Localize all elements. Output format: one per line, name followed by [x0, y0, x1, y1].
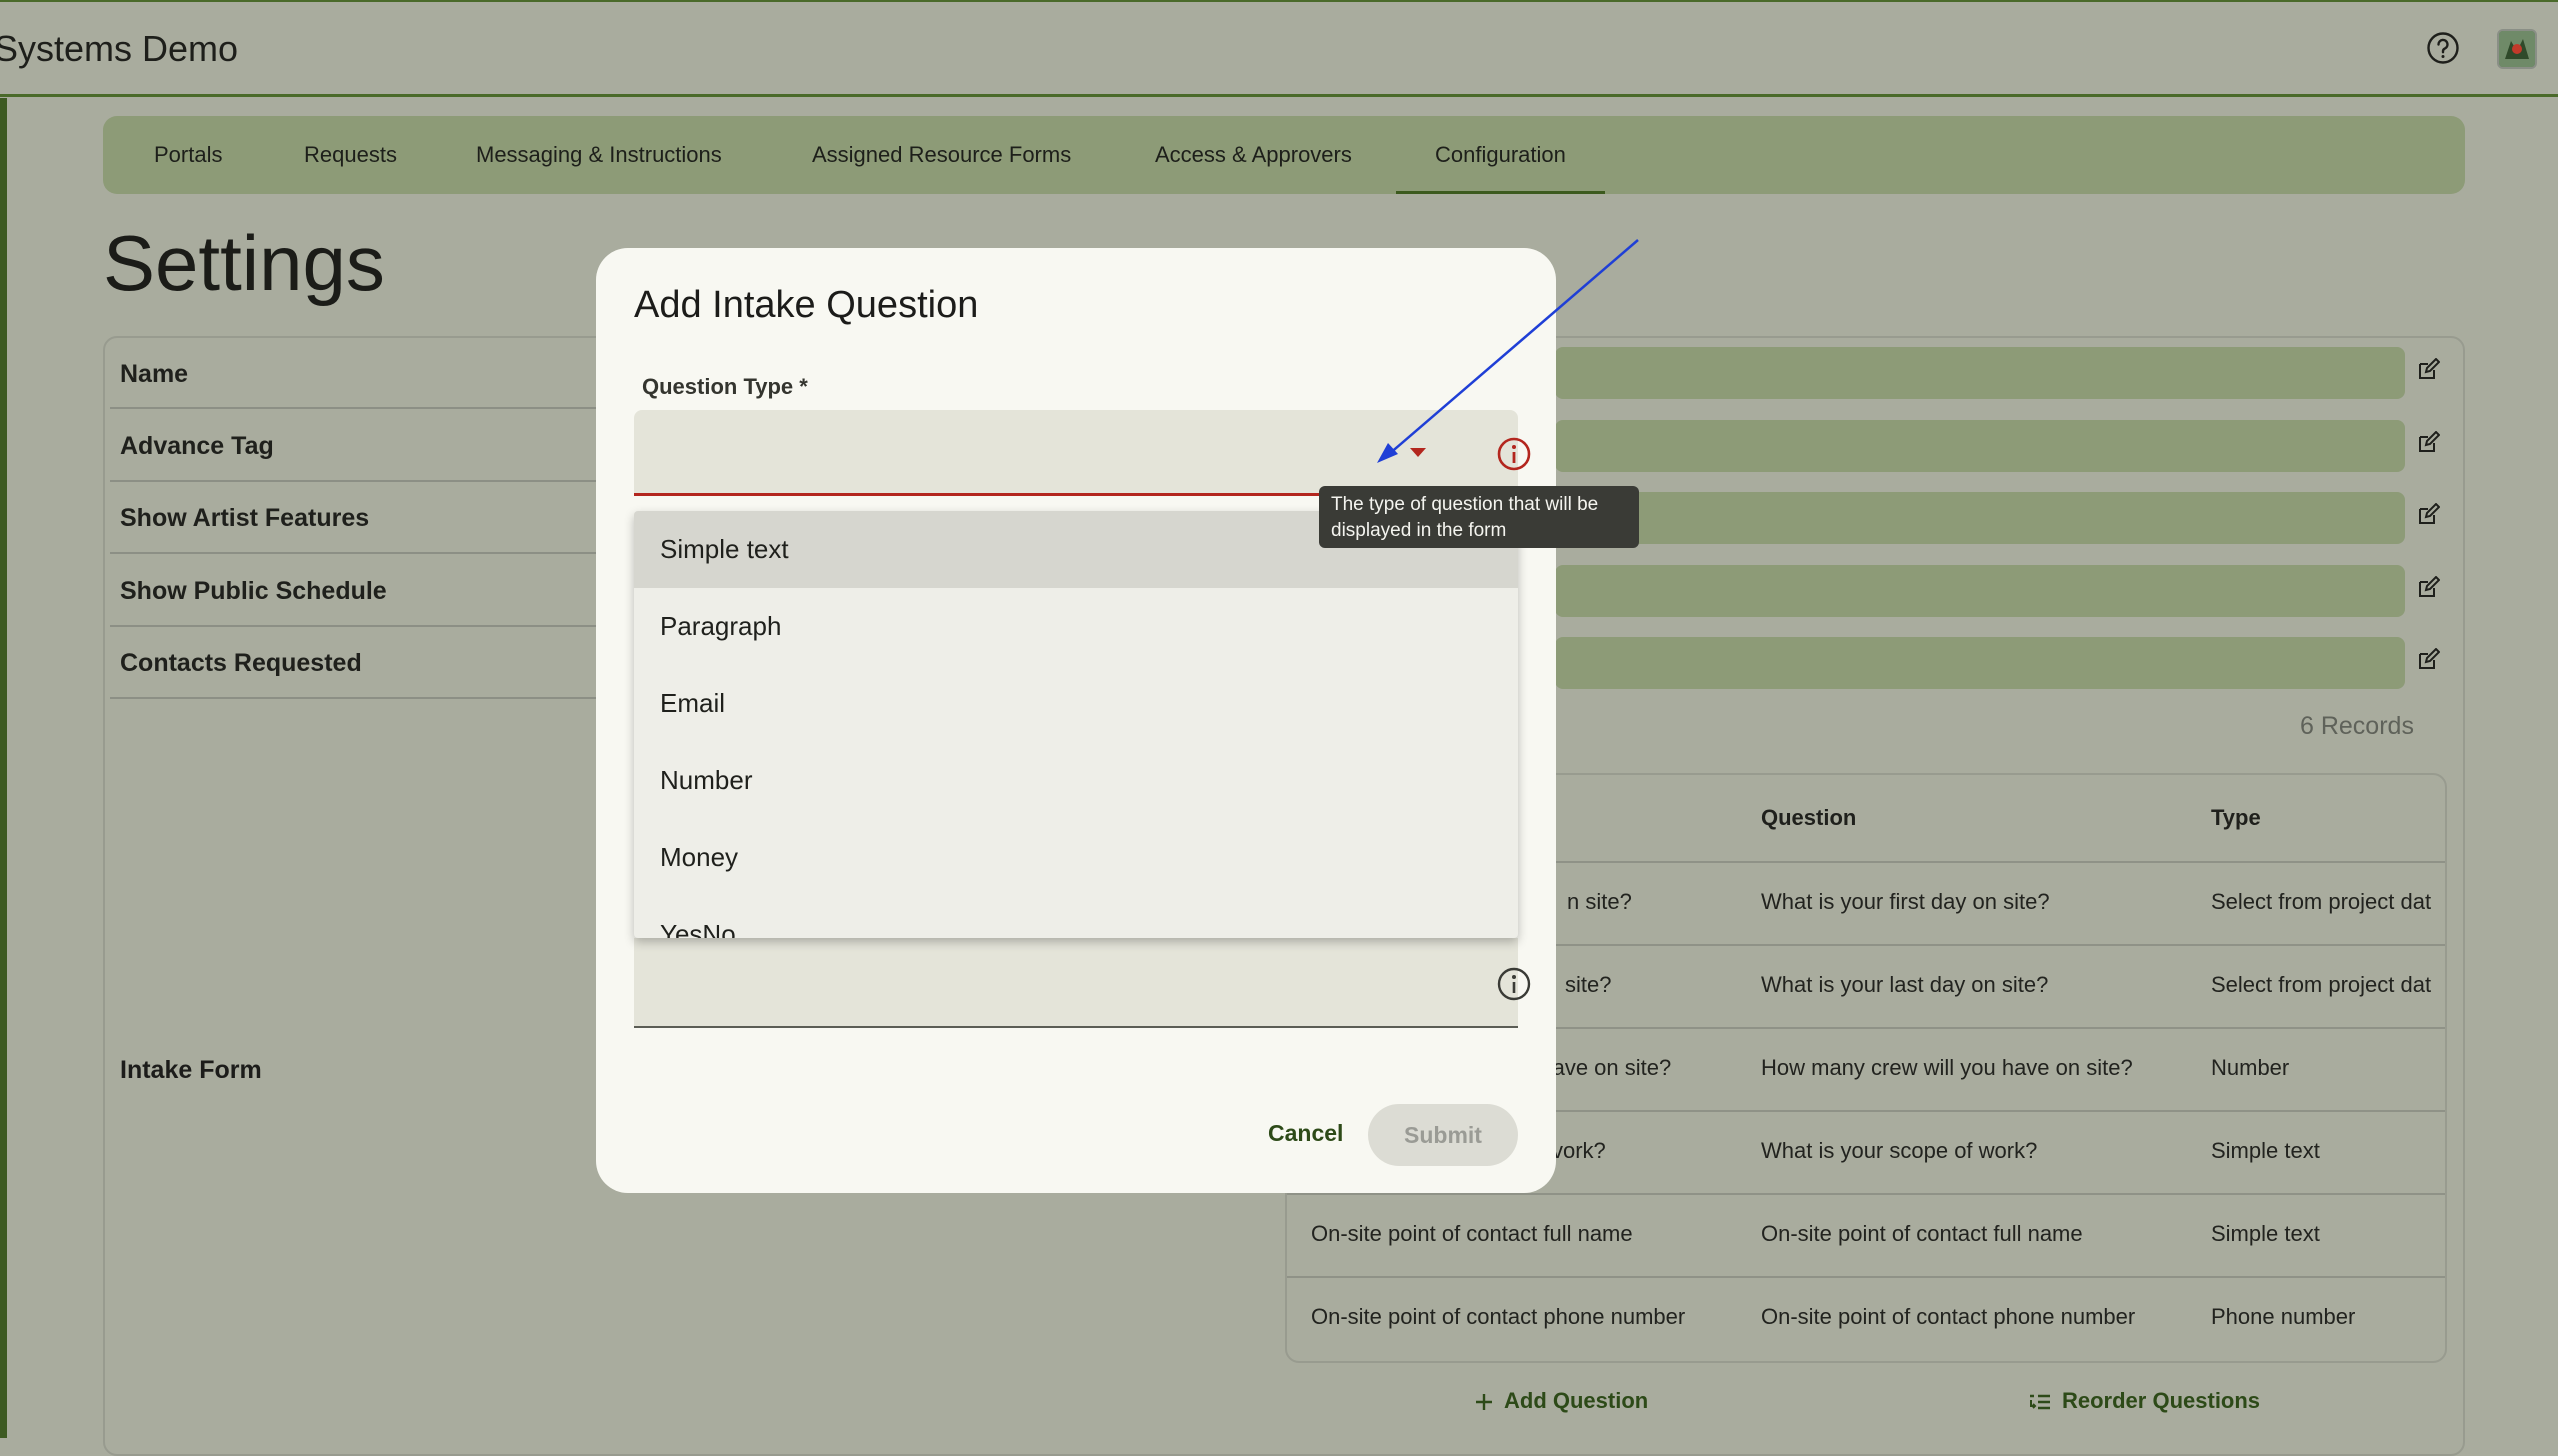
question-type-dropdown-menu: Simple text Paragraph Email Number Money…: [634, 511, 1518, 938]
records-count: 6 Records: [2300, 712, 2414, 740]
row-divider: [110, 552, 610, 554]
section-tabs: Portals Requests Messaging & Instruction…: [103, 116, 2465, 194]
cell-type: Select from project dat: [2211, 972, 2432, 997]
cell-question: On-site point of contact phone number: [1761, 1304, 2136, 1329]
cell-question: What is your last day on site?: [1761, 972, 2049, 997]
option-number[interactable]: Number: [634, 742, 1518, 819]
edit-icon[interactable]: [2416, 648, 2440, 672]
cell-label: site?: [1565, 972, 1612, 997]
info-icon[interactable]: [1496, 966, 1532, 1002]
cell-type: Simple text: [2211, 1138, 2320, 1163]
table-row[interactable]: On-site point of contact phone number On…: [1287, 1276, 2445, 1361]
info-icon[interactable]: [1496, 436, 1532, 472]
add-question-label: Add Question: [1504, 1388, 1649, 1413]
cell-type: Phone number: [2211, 1304, 2356, 1329]
cell-label: On-site point of contact full name: [1311, 1221, 1633, 1246]
top-app-bar: Systems Demo: [0, 0, 2558, 97]
cell-question: How many crew will you have on site?: [1761, 1055, 2133, 1080]
name-value-field[interactable]: [1555, 347, 2405, 399]
tab-portals[interactable]: Portals: [154, 116, 222, 194]
cell-type: Number: [2211, 1055, 2290, 1080]
tab-assigned-resource-forms[interactable]: Assigned Resource Forms: [812, 116, 1071, 194]
row-divider: [110, 407, 610, 409]
dropdown-caret-icon[interactable]: [1410, 448, 1426, 457]
edit-icon[interactable]: [2416, 576, 2440, 600]
cancel-button[interactable]: Cancel: [1268, 1120, 1343, 1147]
page-title: Settings: [103, 219, 385, 307]
user-avatar[interactable]: [2497, 29, 2537, 69]
help-icon[interactable]: [2426, 31, 2460, 65]
tooltip-line-1: The type of question that will be: [1331, 494, 1599, 515]
question-type-tooltip: The type of question that will be displa…: [1319, 486, 1639, 548]
contacts-requested-value-field[interactable]: [1555, 637, 2405, 689]
app-title: Systems Demo: [0, 28, 239, 69]
question-type-label: Question Type *: [642, 374, 808, 399]
column-header-type: Type: [2211, 805, 2261, 830]
setting-advance-tag-label: Advance Tag: [120, 432, 274, 460]
reorder-icon: [2030, 1394, 2050, 1410]
edit-icon[interactable]: [2416, 358, 2440, 382]
tab-requests[interactable]: Requests: [304, 116, 397, 194]
setting-name-label: Name: [120, 360, 189, 388]
row-divider: [110, 625, 610, 627]
edit-icon[interactable]: [2416, 431, 2440, 455]
cell-label: On-site point of contact phone number: [1311, 1304, 1686, 1329]
dialog-title: Add Intake Question: [634, 284, 979, 326]
column-header-question: Question: [1761, 805, 1857, 830]
row-divider: [110, 480, 610, 482]
tooltip-line-2: displayed in the form: [1331, 520, 1507, 541]
setting-contacts-requested-label: Contacts Requested: [120, 649, 362, 677]
cell-type: Select from project dat: [2211, 889, 2432, 914]
cell-question: What is your first day on site?: [1761, 889, 2050, 914]
show-artist-features-value-field[interactable]: [1555, 492, 2405, 544]
reorder-questions-button[interactable]: Reorder Questions: [2028, 1388, 2260, 1414]
option-yesno[interactable]: YesNo: [634, 896, 1518, 938]
advance-tag-value-field[interactable]: [1555, 420, 2405, 472]
left-accent-strip: [0, 98, 7, 1438]
option-email[interactable]: Email: [634, 665, 1518, 742]
cell-type: Simple text: [2211, 1221, 2320, 1246]
second-input-field[interactable]: [634, 938, 1531, 1028]
cell-question: What is your scope of work?: [1761, 1138, 2038, 1163]
option-paragraph[interactable]: Paragraph: [634, 588, 1518, 665]
submit-button[interactable]: Submit: [1368, 1104, 1518, 1166]
plus-icon: [1476, 1394, 1492, 1410]
option-money[interactable]: Money: [634, 819, 1518, 896]
question-type-select[interactable]: [634, 410, 1531, 496]
setting-show-public-schedule-label: Show Public Schedule: [120, 577, 387, 605]
show-public-schedule-value-field[interactable]: [1555, 565, 2405, 617]
add-question-button[interactable]: Add Question: [1474, 1388, 1648, 1414]
table-row[interactable]: On-site point of contact full name On-si…: [1287, 1193, 2445, 1278]
cell-label: vork?: [1552, 1138, 1606, 1163]
reorder-questions-label: Reorder Questions: [2062, 1388, 2261, 1413]
intake-form-label: Intake Form: [120, 1056, 262, 1084]
cell-label: n site?: [1567, 889, 1632, 914]
tab-configuration[interactable]: Configuration: [1396, 116, 1605, 194]
tab-messaging-instructions[interactable]: Messaging & Instructions: [476, 116, 722, 194]
setting-show-artist-features-label: Show Artist Features: [120, 504, 370, 532]
tab-access-approvers[interactable]: Access & Approvers: [1155, 116, 1352, 194]
row-divider: [110, 697, 610, 699]
edit-icon[interactable]: [2416, 503, 2440, 527]
cell-question: On-site point of contact full name: [1761, 1221, 2083, 1246]
